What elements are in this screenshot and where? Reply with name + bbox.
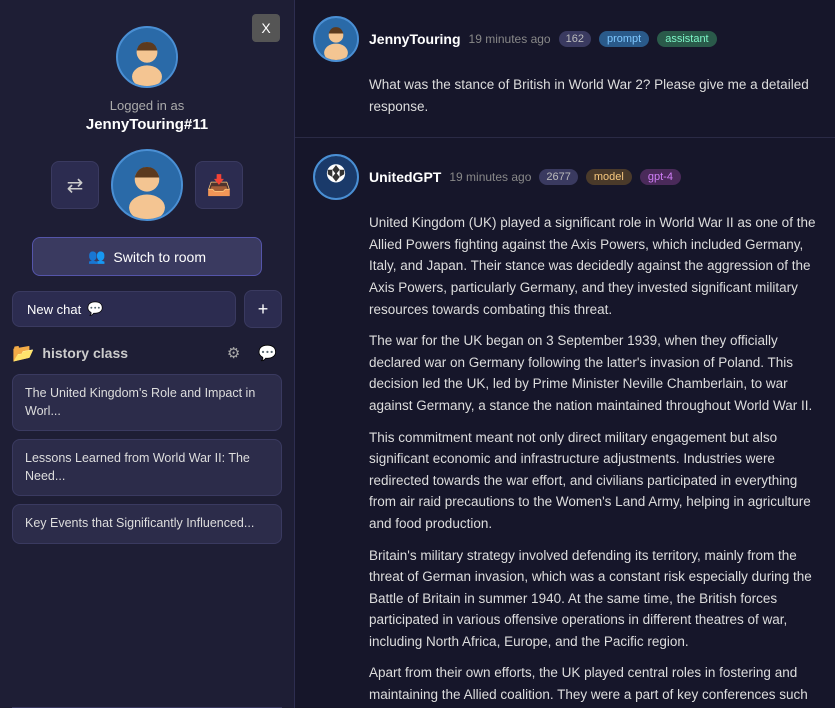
msg-para-2-2: This commitment meant not only direct mi… — [369, 427, 817, 535]
new-chat-button[interactable]: New chat 💬 — [12, 291, 236, 327]
plus-icon: + — [258, 299, 269, 320]
history-title: history class — [42, 345, 213, 361]
close-button[interactable]: X — [252, 14, 280, 42]
center-avatar[interactable] — [111, 149, 183, 221]
history-item[interactable]: The United Kingdom's Role and Impact in … — [12, 374, 282, 431]
msg-time-1: 19 minutes ago — [469, 32, 551, 46]
msg-tag-prompt-1: prompt — [599, 31, 649, 47]
inbox-icon-btn[interactable]: 📥 — [195, 161, 243, 209]
transfer-icon: ⇄ — [67, 173, 84, 198]
history-item[interactable]: Lessons Learned from World War II: The N… — [12, 439, 282, 496]
message-block-2: UnitedGPT 19 minutes ago 2677 model gpt-… — [295, 138, 835, 708]
history-gear-button[interactable]: ⚙ — [222, 342, 245, 364]
msg-content-1: What was the stance of British in World … — [369, 74, 817, 117]
msg-username-2: UnitedGPT — [369, 169, 441, 185]
close-label: X — [261, 20, 270, 36]
switch-icon-btn[interactable]: ⇄ — [51, 161, 99, 209]
message-header-1: JennyTouring 19 minutes ago 162 prompt a… — [313, 16, 817, 62]
msg-token-2: 2677 — [539, 169, 577, 185]
switch-room-button[interactable]: 👥 Switch to room — [32, 237, 262, 276]
icon-row: ⇄ 📥 — [12, 149, 282, 221]
msg-token-1: 162 — [559, 31, 591, 47]
history-header: 📂 history class ⚙ 💬 — [12, 342, 282, 364]
msg-para-2-4: Apart from their own efforts, the UK pla… — [369, 662, 817, 708]
user-avatar-image-1 — [315, 18, 357, 60]
new-chat-label: New chat — [27, 302, 81, 317]
msg-time-2: 19 minutes ago — [449, 170, 531, 184]
history-chat-button[interactable]: 💬 — [253, 342, 282, 364]
msg-tag-assistant-1: assistant — [657, 31, 716, 47]
msg-tag-model-2: model — [586, 169, 632, 185]
msg-para-2-3: Britain's military strategy involved def… — [369, 545, 817, 653]
msg-username-1: JennyTouring — [369, 31, 461, 47]
msg-para-2-1: The war for the UK began on 3 September … — [369, 330, 817, 416]
new-chat-plus-button[interactable]: + — [244, 290, 282, 328]
bot-avatar-2 — [313, 154, 359, 200]
folder-icon: 📂 — [12, 343, 34, 364]
username-display: JennyTouring#11 — [86, 116, 208, 133]
switch-room-label: Switch to room — [113, 249, 206, 265]
history-item[interactable]: Key Events that Significantly Influenced… — [12, 504, 282, 544]
msg-tag-gpt-2: gpt-4 — [640, 169, 681, 185]
msg-meta-2: UnitedGPT 19 minutes ago 2677 model gpt-… — [369, 169, 681, 185]
people-icon: 👥 — [88, 248, 105, 265]
message-block-1: JennyTouring 19 minutes ago 162 prompt a… — [295, 0, 835, 138]
msg-meta-1: JennyTouring 19 minutes ago 162 prompt a… — [369, 31, 717, 47]
center-avatar-image — [113, 151, 181, 219]
message-header-2: UnitedGPT 19 minutes ago 2677 model gpt-… — [313, 154, 817, 200]
new-chat-row: New chat 💬 + — [12, 290, 282, 328]
msg-para-2-0: United Kingdom (UK) played a significant… — [369, 212, 817, 320]
avatar-image — [118, 28, 176, 86]
msg-content-2: United Kingdom (UK) played a significant… — [369, 212, 817, 708]
history-section: 📂 history class ⚙ 💬 The United Kingdom's… — [12, 342, 282, 552]
sidebar: X Logged in as JennyTouring#11 ⇄ — [0, 0, 295, 708]
avatar-area: Logged in as JennyTouring#11 — [86, 26, 208, 133]
user-avatar-1 — [313, 16, 359, 62]
inbox-icon: 📥 — [207, 173, 232, 198]
chat-bubble-icon: 💬 — [87, 301, 103, 317]
msg-text-1: What was the stance of British in World … — [369, 74, 817, 117]
bot-avatar-image-2 — [315, 156, 357, 198]
main-content: JennyTouring 19 minutes ago 162 prompt a… — [295, 0, 835, 708]
logged-in-label: Logged in as — [110, 98, 184, 113]
main-avatar — [116, 26, 178, 88]
